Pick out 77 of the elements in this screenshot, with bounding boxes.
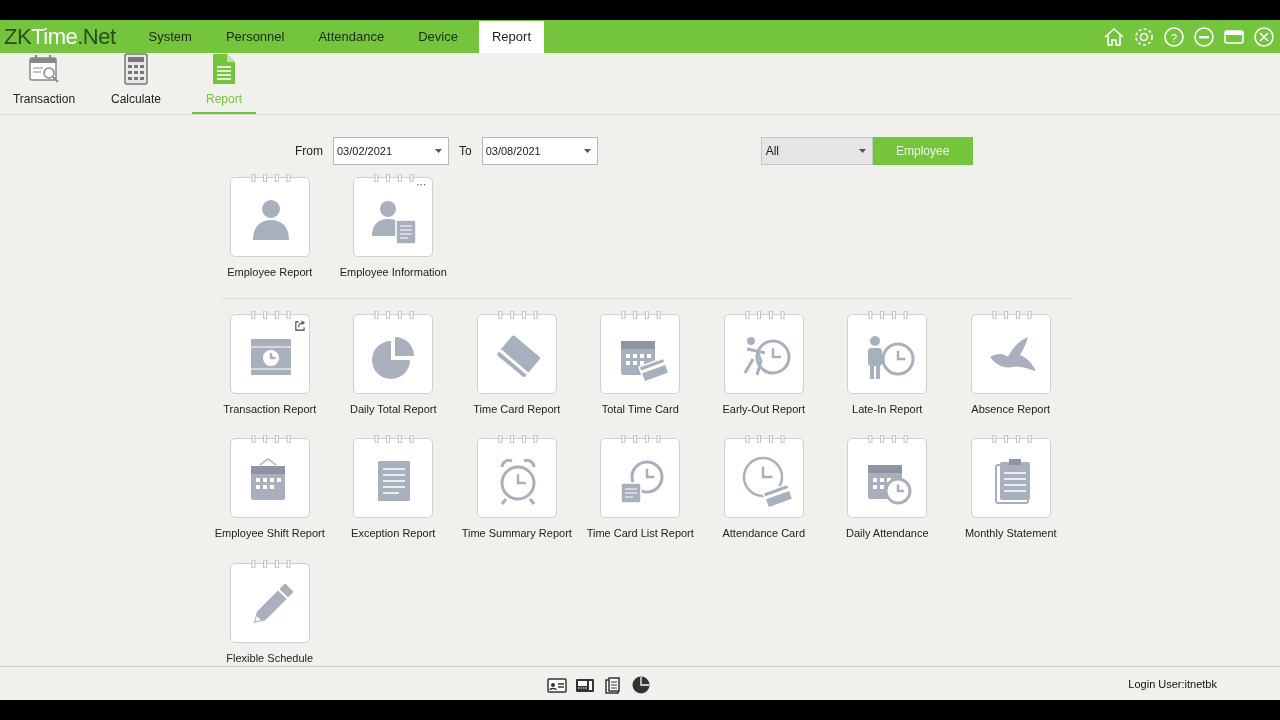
report-label: Transaction Report: [223, 401, 317, 417]
report-label: Employee Shift Report: [214, 526, 325, 541]
binder-rings-icon: [250, 559, 291, 568]
report-tile[interactable]: [476, 313, 557, 394]
id-card-icon[interactable]: [547, 675, 567, 694]
export-icon[interactable]: [293, 319, 305, 331]
binder-rings-icon: [374, 174, 415, 182]
report-tile[interactable]: [600, 313, 681, 394]
toolbar-button[interactable]: Transaction: [8, 52, 80, 114]
dropdown-caret-icon: [435, 149, 442, 153]
report-tile[interactable]: ···: [353, 177, 434, 257]
binder-rings-icon: [250, 174, 291, 182]
binder-rings-icon: [621, 310, 662, 319]
menu-tab[interactable]: Attendance: [305, 20, 398, 53]
app-logo: ZKTime.Net: [3, 23, 117, 51]
menu-tab[interactable]: System: [135, 20, 205, 53]
date-field[interactable]: 03/02/2021: [333, 137, 449, 165]
clipboard-icon[interactable]: [603, 675, 623, 694]
report-label: Employee Report: [227, 265, 313, 280]
report-tile[interactable]: [476, 438, 557, 518]
report-tile[interactable]: [847, 313, 928, 394]
report-tile[interactable]: [600, 438, 681, 518]
calculator-icon: [124, 53, 148, 85]
toolbar-button[interactable]: Calculate: [100, 52, 172, 114]
report-label: Time Summary Report: [461, 526, 572, 541]
report-label: Total Time Card: [601, 401, 679, 417]
report-label: Time Card Report: [473, 401, 561, 417]
binder-rings-icon: [621, 435, 662, 443]
date-field[interactable]: 03/08/2021: [481, 137, 598, 165]
report-label: Daily Total Report: [349, 401, 437, 417]
binder-rings-icon: [374, 310, 415, 319]
report-label: Employee Information: [339, 265, 447, 280]
report-tile[interactable]: [353, 313, 434, 394]
report-tile[interactable]: [970, 438, 1051, 518]
binder-rings-icon: [868, 310, 909, 319]
report-label: Exception Report: [351, 526, 436, 541]
report-tile[interactable]: [723, 313, 804, 394]
close-icon[interactable]: [1252, 24, 1276, 49]
report-label: Absence Report: [971, 401, 1051, 417]
report-label: Attendance Card: [722, 526, 806, 541]
binder-rings-icon: [497, 435, 538, 443]
binder-rings-icon: [497, 310, 538, 319]
report-label: Flexible Schedule: [226, 650, 314, 666]
more-indicator: ···: [416, 180, 427, 190]
from-label: From: [295, 143, 323, 160]
report-tile[interactable]: [229, 177, 310, 257]
binder-rings-icon: [374, 435, 415, 443]
binder-rings-icon: [744, 435, 785, 443]
binder-rings-icon: [991, 435, 1032, 443]
report-tile[interactable]: [723, 438, 804, 518]
login-user-text: Login User:itnetbk: [1128, 677, 1217, 693]
report-label: Daily Attendance: [845, 526, 929, 541]
report-tile[interactable]: [970, 313, 1051, 394]
report-tile[interactable]: [229, 438, 310, 518]
to-label: To: [459, 143, 472, 160]
report-tile[interactable]: [229, 313, 310, 394]
report-label: Time Card List Report: [586, 526, 694, 541]
menu-tab[interactable]: Device: [405, 20, 471, 53]
report-label: Early-Out Report: [722, 401, 805, 417]
report-tile[interactable]: [847, 438, 928, 518]
menu-tab[interactable]: Report: [479, 20, 544, 53]
dropdown-caret-icon: [583, 149, 591, 153]
binder-rings-icon: [250, 435, 291, 443]
binder-rings-icon: [744, 310, 785, 319]
binder-rings-icon: [991, 310, 1032, 319]
calendar-magnifier-icon: [29, 54, 59, 83]
report-label: Late-In Report: [852, 401, 923, 417]
binder-rings-icon: [250, 310, 291, 319]
binder-rings-icon: [868, 435, 909, 443]
menu-tab[interactable]: Personnel: [212, 20, 298, 53]
dropdown-caret-icon: [858, 149, 866, 153]
scope-dropdown[interactable]: All: [760, 137, 873, 165]
report-tile[interactable]: [353, 438, 434, 518]
report-label: Monthly Statement: [964, 526, 1057, 541]
report-tile[interactable]: [229, 562, 310, 643]
pie-chart-icon[interactable]: [631, 675, 651, 694]
minimize-icon[interactable]: [1192, 24, 1216, 49]
